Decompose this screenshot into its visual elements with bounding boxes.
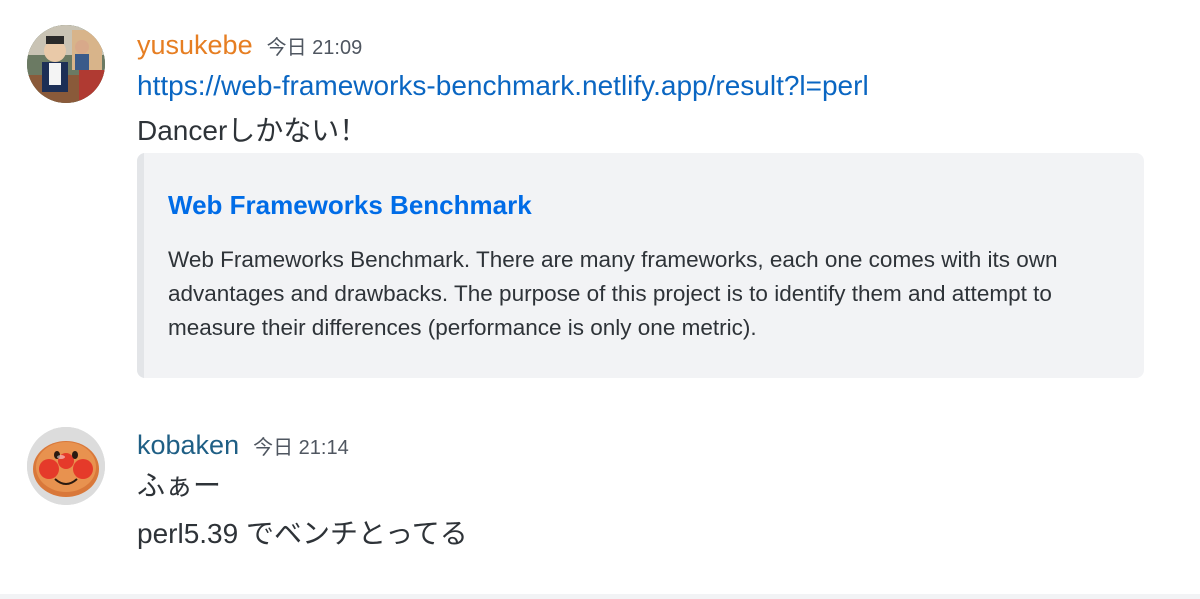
message-body-link: https://web-frameworks-benchmark.netlify… [137,68,869,104]
message-text: ふぁー [137,470,222,501]
username[interactable]: kobaken [137,428,239,462]
footer-divider [0,594,1200,599]
message-text: perl5.39 でベンチとってる [137,518,468,549]
avatar-kobaken[interactable] [27,427,105,505]
message-kobaken: kobaken 今日 21:14 ふぁー perl5.39 でベンチとってる [0,400,1200,595]
username[interactable]: yusukebe [137,28,253,62]
timestamp[interactable]: 今日 21:09 [267,31,363,65]
timestamp[interactable]: 今日 21:14 [253,431,349,465]
message-link[interactable]: https://web-frameworks-benchmark.netlify… [137,70,869,101]
embed-accent-bar [137,153,144,378]
embed-description: Web Frameworks Benchmark. There are many… [168,247,1058,340]
message-yusukebe: yusukebe 今日 21:09 https://web-frameworks… [0,0,1200,400]
message-text: Dancerしかない！ [137,115,368,146]
message-header: kobaken 今日 21:14 [137,428,349,465]
link-embed: Web Frameworks Benchmark Web Frameworks … [137,153,1144,378]
avatar-face-icon [27,427,105,505]
chat-log: yusukebe 今日 21:09 https://web-frameworks… [0,0,1200,599]
message-header: yusukebe 今日 21:09 [137,28,362,65]
avatar-yusukebe[interactable] [27,25,105,103]
avatar-photo-icon [27,25,105,103]
embed-title[interactable]: Web Frameworks Benchmark [168,187,532,223]
